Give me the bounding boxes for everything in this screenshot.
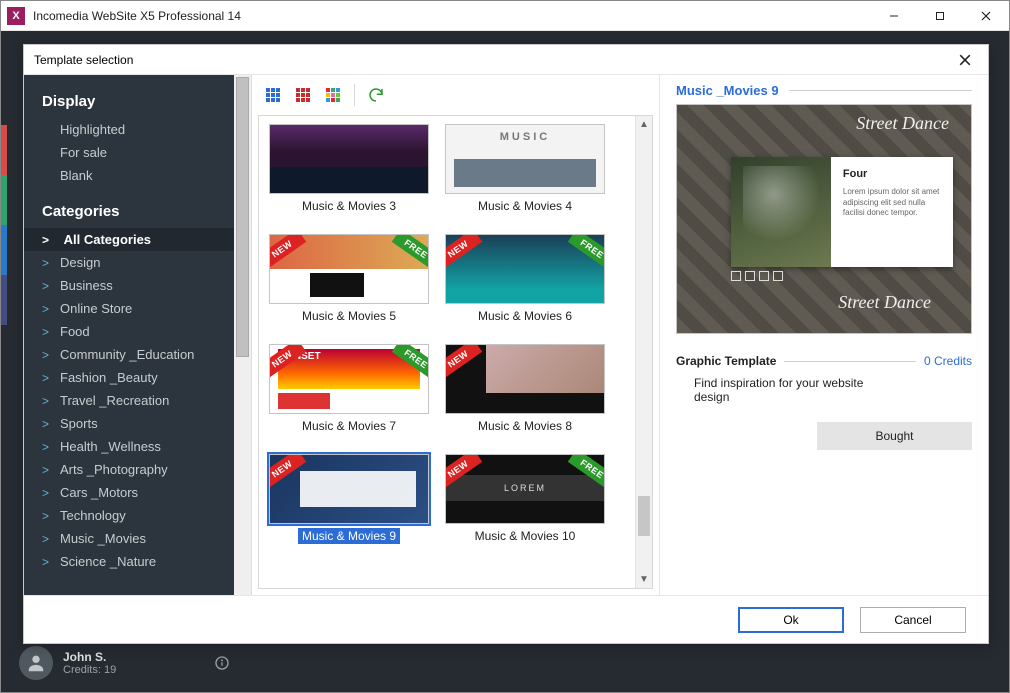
chevron-right-icon: > [42, 348, 60, 362]
sidebar-category-item[interactable]: > All Categories [24, 228, 234, 251]
preview-panel: Music _Movies 9 Street Dance FourLorem i… [660, 75, 988, 595]
chevron-right-icon: > [42, 279, 60, 293]
template-thumb[interactable]: NEWMusic & Movies 8 [445, 344, 605, 434]
sidebar-display-forsale[interactable]: For sale [24, 141, 234, 164]
sidebar-category-item[interactable]: >Food [24, 320, 234, 343]
window-minimize-button[interactable] [871, 1, 917, 31]
chevron-right-icon: > [42, 532, 60, 546]
template-thumb[interactable]: NEWFREEMusic & Movies 5 [269, 234, 429, 324]
preview-logo-bottom: Street Dance [838, 292, 931, 313]
sidebar-scroll-thumb[interactable] [236, 77, 249, 357]
gallery-panel: Music & Movies 3 Music & Movies 4 NEWFREEM… [252, 75, 660, 595]
preview-image: Street Dance FourLorem ipsum dolor sit a… [676, 104, 972, 334]
chevron-right-icon: > [42, 302, 60, 316]
template-thumb[interactable]: NEWMusic & Movies 9 [269, 454, 429, 544]
modal-close-button[interactable] [952, 47, 978, 73]
chevron-right-icon: > [42, 486, 60, 500]
sidebar-category-item[interactable]: >Travel _Recreation [24, 389, 234, 412]
color-strip [1, 125, 7, 325]
template-gallery: Music & Movies 3 Music & Movies 4 NEWFREEM… [259, 116, 652, 552]
chevron-right-icon: > [42, 233, 60, 247]
thumb-caption: Music & Movies 3 [298, 198, 400, 214]
window-title: Incomedia WebSite X5 Professional 14 [33, 9, 241, 23]
thumb-caption: Music & Movies 10 [471, 528, 580, 544]
sidebar-category-item[interactable]: >Music _Movies [24, 527, 234, 550]
chevron-right-icon: > [42, 440, 60, 454]
gallery-scrollbar[interactable]: ▲ ▼ [635, 116, 652, 588]
gallery-scroll-thumb[interactable] [638, 496, 650, 536]
gallery-toolbar [252, 75, 659, 115]
user-bar: John S. Credits: 19 [19, 646, 233, 680]
bought-button[interactable]: Bought [817, 422, 972, 450]
preview-description: Find inspiration for your website design [676, 368, 886, 404]
user-credits: Credits: 19 [63, 664, 116, 676]
window-close-button[interactable] [963, 1, 1009, 31]
user-name: John S. [63, 650, 116, 664]
template-thumb[interactable]: NEWFREEMusic & Movies 6 [445, 234, 605, 324]
sidebar-category-item[interactable]: >Science _Nature [24, 550, 234, 573]
thumb-caption: Music & Movies 7 [298, 418, 400, 434]
chevron-right-icon: > [42, 394, 60, 408]
template-selection-modal: Template selection Display Highlighted F… [23, 44, 989, 644]
chevron-right-icon: > [42, 417, 60, 431]
window-titlebar: X Incomedia WebSite X5 Professional 14 [1, 1, 1009, 31]
info-icon[interactable] [211, 652, 233, 674]
scroll-down-icon[interactable]: ▼ [636, 571, 652, 588]
chevron-right-icon: > [42, 371, 60, 385]
cancel-button[interactable]: Cancel [860, 607, 966, 633]
sidebar-category-item[interactable]: >Health _Wellness [24, 435, 234, 458]
sidebar-category-item[interactable]: >Cars _Motors [24, 481, 234, 504]
view-large-grid-button[interactable] [260, 82, 286, 108]
sidebar-category-item[interactable]: >Technology [24, 504, 234, 527]
sidebar-category-item[interactable]: >Community _Education [24, 343, 234, 366]
ok-button[interactable]: Ok [738, 607, 844, 633]
sidebar: Display Highlighted For sale Blank Categ… [24, 75, 234, 595]
sidebar-category-item[interactable]: >Sports [24, 412, 234, 435]
app-icon: X [7, 7, 25, 25]
sidebar-category-item[interactable]: >Fashion _Beauty [24, 366, 234, 389]
template-thumb[interactable]: Music & Movies 3 [269, 124, 429, 214]
refresh-button[interactable] [363, 82, 389, 108]
thumb-caption: Music & Movies 6 [474, 308, 576, 324]
template-thumb[interactable]: NEWFREEMusic & Movies 10 [445, 454, 605, 544]
sidebar-display-blank[interactable]: Blank [24, 164, 234, 187]
modal-title: Template selection [34, 53, 133, 67]
thumb-caption: Music & Movies 4 [474, 198, 576, 214]
main-window: X Incomedia WebSite X5 Professional 14 [0, 0, 1010, 693]
chevron-right-icon: > [42, 463, 60, 477]
sidebar-category-item[interactable]: >Online Store [24, 297, 234, 320]
gallery-scroll: Music & Movies 3 Music & Movies 4 NEWFREEM… [258, 115, 653, 589]
preview-logo-top: Street Dance [856, 113, 949, 134]
thumb-caption: Music & Movies 5 [298, 308, 400, 324]
modal-header: Template selection [24, 45, 988, 75]
credits-link[interactable]: 0 Credits [924, 354, 972, 368]
template-thumb[interactable]: NEWFREEMusic & Movies 7 [269, 344, 429, 434]
sidebar-category-item[interactable]: >Arts _Photography [24, 458, 234, 481]
scroll-up-icon[interactable]: ▲ [636, 116, 652, 133]
sidebar-display-heading: Display [24, 87, 234, 118]
window-controls [871, 1, 1009, 31]
preview-section-label: Graphic Template [676, 354, 776, 368]
template-thumb[interactable]: Music & Movies 4 [445, 124, 605, 214]
chevron-right-icon: > [42, 509, 60, 523]
sidebar-scrollbar[interactable] [234, 75, 252, 595]
sidebar-category-item[interactable]: >Business [24, 274, 234, 297]
chevron-right-icon: > [42, 555, 60, 569]
view-color-grid-button[interactable] [320, 82, 346, 108]
sidebar-category-item[interactable]: >Design [24, 251, 234, 274]
window-maximize-button[interactable] [917, 1, 963, 31]
preview-title: Music _Movies 9 [676, 83, 779, 98]
chevron-right-icon: > [42, 256, 60, 270]
user-avatar[interactable] [19, 646, 53, 680]
thumb-caption: Music & Movies 9 [298, 528, 400, 544]
view-small-grid-button[interactable] [290, 82, 316, 108]
thumb-caption: Music & Movies 8 [474, 418, 576, 434]
modal-footer: Ok Cancel [24, 595, 988, 643]
sidebar-categories-heading: Categories [24, 197, 234, 228]
sidebar-display-highlighted[interactable]: Highlighted [24, 118, 234, 141]
chevron-right-icon: > [42, 325, 60, 339]
